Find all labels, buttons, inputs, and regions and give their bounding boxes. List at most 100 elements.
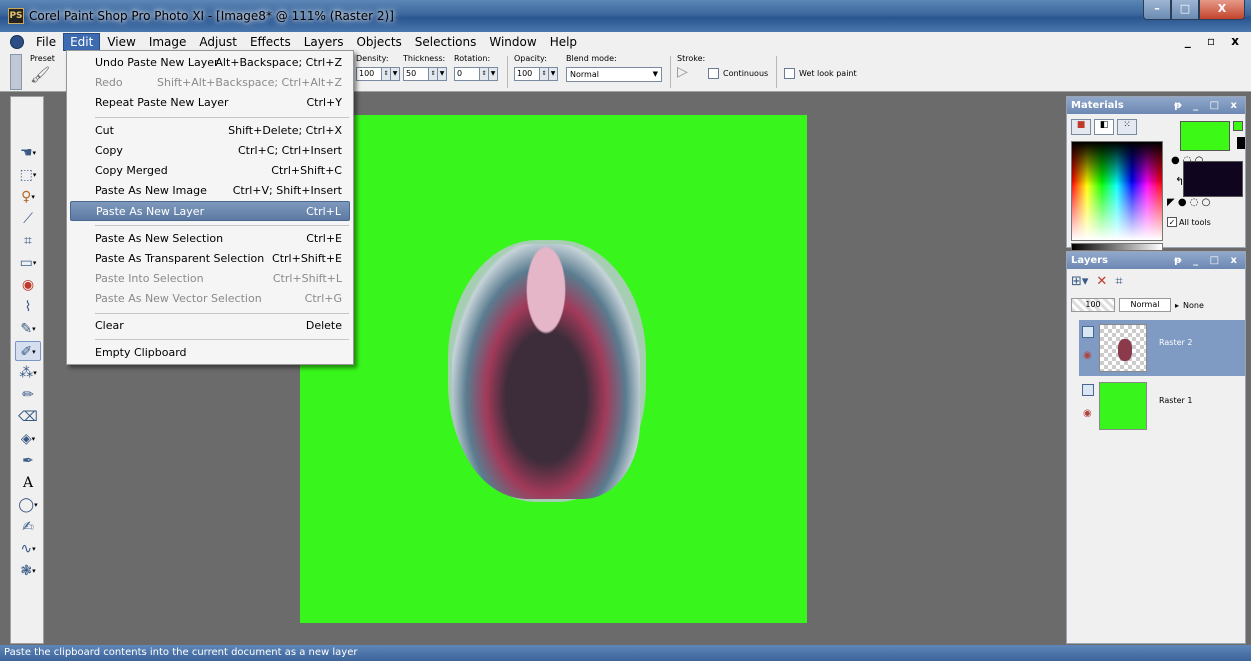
foreground-mini-swatch[interactable] — [1233, 121, 1243, 131]
menu-empty-clipboard[interactable]: Empty Clipboard — [70, 343, 350, 363]
opacity-input[interactable]: 100 — [514, 67, 540, 81]
all-tools-option[interactable]: ✓ All tools — [1167, 217, 1211, 227]
pen-icon[interactable]: ✒ — [15, 451, 41, 471]
menu-view[interactable]: View — [101, 34, 141, 50]
menu-image[interactable]: Image — [143, 34, 193, 50]
swap-colors-icon[interactable] — [1237, 137, 1245, 149]
menu-paste-new-layer[interactable]: Paste As New Layer Ctrl+L — [70, 201, 350, 221]
rotation-dropdown-icon[interactable]: ▼ — [489, 67, 498, 81]
delete-layer-icon[interactable]: ✕ — [1096, 274, 1107, 289]
rainbow-tab-icon[interactable]: ◧ — [1094, 119, 1114, 135]
menu-window[interactable]: Window — [483, 34, 542, 50]
layer-name[interactable]: Raster 1 — [1159, 396, 1192, 405]
all-tools-checkbox[interactable]: ✓ — [1167, 217, 1177, 227]
menu-paste-new-image[interactable]: Paste As New Image Ctrl+V; Shift+Insert — [70, 181, 350, 201]
opacity-dropdown-icon[interactable]: ▼ — [549, 67, 558, 81]
menu-layers[interactable]: Layers — [298, 34, 350, 50]
continuous-checkbox[interactable] — [708, 68, 719, 79]
menu-paste-new-selection[interactable]: Paste As New Selection Ctrl+E — [70, 229, 350, 249]
red-eye-icon[interactable]: ◉ — [15, 275, 41, 295]
blend-mode-select[interactable]: Normal — [566, 67, 662, 82]
menu-redo[interactable]: Redo Shift+Alt+Backspace; Ctrl+Alt+Z — [70, 73, 350, 93]
continuous-option[interactable]: Continuous — [708, 68, 768, 81]
density-spin-icon[interactable]: ⇕ — [382, 67, 391, 81]
menu-paste-vector-selection[interactable]: Paste As New Vector Selection Ctrl+G — [70, 289, 350, 309]
airbrush-icon[interactable]: ⁂▾ — [15, 363, 41, 383]
background-color-swatch[interactable] — [1183, 161, 1243, 197]
bg-style-icons[interactable]: ◤ ● ◌ ○ — [1167, 197, 1210, 208]
menu-repeat[interactable]: Repeat Paste New Layer Ctrl+Y — [70, 93, 350, 113]
picture-tube-icon[interactable]: ❃▾ — [15, 561, 41, 581]
menu-help[interactable]: Help — [544, 34, 583, 50]
menu-copy-merged[interactable]: Copy Merged Ctrl+Shift+C — [70, 161, 350, 181]
text-icon[interactable]: A — [15, 473, 41, 493]
layer-properties-icon[interactable]: ⌗ — [1115, 274, 1122, 289]
crop-icon[interactable]: ⌗ — [15, 231, 41, 251]
wet-look-option[interactable]: Wet look paint — [784, 68, 857, 81]
shape-icon[interactable]: ◯▾ — [15, 495, 41, 515]
fill-icon[interactable]: ◈▾ — [15, 429, 41, 449]
menu-cut[interactable]: Cut Shift+Delete; Ctrl+X — [70, 121, 350, 141]
dropper-icon[interactable]: ⟋ — [15, 209, 41, 229]
document-icon[interactable] — [10, 35, 24, 49]
materials-panel-controls[interactable]: ᵽ _ □ x — [1174, 97, 1241, 114]
stroke-icon[interactable]: ▷ — [677, 64, 705, 80]
document-window-controls[interactable]: _ ▫ x — [1185, 34, 1245, 48]
move-icon[interactable]: ▭▾ — [15, 253, 41, 273]
rotation-group: Rotation: 0 ⇕ ▼ — [454, 54, 498, 81]
visibility-eye-icon[interactable]: ◉ — [1083, 408, 1092, 419]
frame-tab-icon[interactable]: ■ — [1071, 119, 1091, 135]
thickness-input[interactable]: 50 — [403, 67, 429, 81]
color-spectrum[interactable] — [1071, 141, 1163, 241]
visibility-eye-icon[interactable]: ◉ — [1083, 350, 1092, 361]
menu-file[interactable]: File — [30, 34, 62, 50]
warp-icon[interactable]: ∿▾ — [15, 539, 41, 559]
menu-selections[interactable]: Selections — [409, 34, 483, 50]
rotation-spin-icon[interactable]: ⇕ — [480, 67, 489, 81]
makeover-icon[interactable]: ✎▾ — [15, 319, 41, 339]
layer-blend-select[interactable]: Normal — [1119, 298, 1171, 312]
pasted-image[interactable] — [452, 244, 640, 499]
density-dropdown-icon[interactable]: ▼ — [391, 67, 400, 81]
menu-adjust[interactable]: Adjust — [193, 34, 243, 50]
thickness-spin-icon[interactable]: ⇕ — [429, 67, 438, 81]
clone-icon[interactable]: ⌇ — [15, 297, 41, 317]
menu-edit[interactable]: Edit — [63, 33, 101, 51]
wet-look-checkbox[interactable] — [784, 68, 795, 79]
toolbar-grip[interactable] — [10, 54, 22, 90]
lasso-icon[interactable]: ♀▾ — [15, 187, 41, 207]
preset-brush-icon[interactable]: 🖌 — [30, 65, 55, 84]
brush-icon[interactable]: ✐▾ — [15, 341, 41, 361]
foreground-color-swatch[interactable] — [1180, 121, 1230, 151]
opacity-spin-icon[interactable]: ⇕ — [540, 67, 549, 81]
density-group: Density: 100 ⇕ ▼ — [356, 54, 400, 81]
pick-icon[interactable]: ⬚▾ — [15, 165, 41, 185]
minimize-button[interactable]: – — [1143, 0, 1171, 20]
swatches-tab-icon[interactable]: ⁙ — [1117, 119, 1137, 135]
pencil-icon[interactable]: ✍ — [15, 517, 41, 537]
thickness-dropdown-icon[interactable]: ▼ — [438, 67, 447, 81]
menu-undo[interactable]: Undo Paste New Layer Alt+Backspace; Ctrl+… — [70, 53, 350, 73]
new-layer-icon[interactable]: ⊞▾ — [1071, 274, 1088, 289]
layer-raster-2[interactable]: ◉ Raster 2 — [1079, 320, 1245, 376]
menu-copy[interactable]: Copy Ctrl+C; Ctrl+Insert — [70, 141, 350, 161]
mask-label[interactable]: None — [1183, 301, 1204, 310]
mask-dropdown-icon[interactable]: ▸ — [1175, 301, 1179, 310]
layer-name[interactable]: Raster 2 — [1159, 338, 1192, 347]
retouch-icon[interactable]: ✏ — [15, 385, 41, 405]
density-input[interactable]: 100 — [356, 67, 382, 81]
layers-panel-controls[interactable]: ᵽ _ □ x — [1174, 252, 1241, 269]
menu-paste-transparent-selection[interactable]: Paste As Transparent Selection Ctrl+Shift… — [70, 249, 350, 269]
grayscale-bar[interactable] — [1071, 243, 1163, 251]
layer-opacity-input[interactable]: 100 — [1071, 298, 1115, 312]
menu-effects[interactable]: Effects — [244, 34, 297, 50]
pan-icon[interactable]: ☚▾ — [15, 143, 41, 163]
layer-raster-1[interactable]: ◉ Raster 1 — [1079, 378, 1245, 434]
close-button[interactable]: X — [1199, 0, 1245, 20]
menu-clear[interactable]: Clear Delete — [70, 316, 350, 336]
eraser-icon[interactable]: ⌫ — [15, 407, 41, 427]
maximize-button[interactable]: □ — [1171, 0, 1199, 20]
rotation-input[interactable]: 0 — [454, 67, 480, 81]
menu-paste-into-selection[interactable]: Paste Into Selection Ctrl+Shift+L — [70, 269, 350, 289]
menu-objects[interactable]: Objects — [350, 34, 407, 50]
